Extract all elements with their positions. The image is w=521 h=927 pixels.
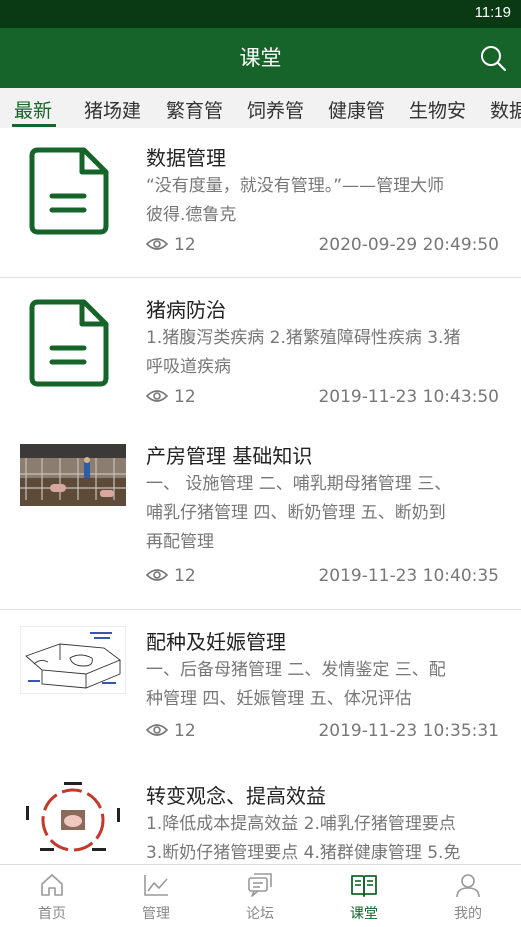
article-summary-line: 哺乳仔猪管理 四、断奶管理 五、断奶到 <box>146 503 446 523</box>
profile-icon <box>456 874 480 898</box>
eye-icon <box>146 390 168 402</box>
farrowing-room-photo <box>20 444 126 506</box>
nav-management[interactable]: 管理 <box>104 865 208 927</box>
status-bar: 11:19 <box>0 0 521 28</box>
nav-label: 管理 <box>142 906 170 922</box>
piglet-cycle-diagram <box>20 778 126 862</box>
article-title: 转变观念、提高效益 <box>146 784 326 808</box>
tab-data[interactable]: 数据 <box>490 96 521 123</box>
list-item[interactable]: 产房管理 基础知识 一、 设施管理 二、哺乳期母猪管理 三、 哺乳仔猪管理 四、… <box>0 424 521 610</box>
view-count: 12 <box>146 387 196 407</box>
article-summary-line: 种管理 四、妊娠管理 五、体况评估 <box>146 689 412 709</box>
article-summary-line: 一、后备母猪管理 二、发情鉴定 三、配 <box>146 660 446 680</box>
tab-biosecurity[interactable]: 生物安 <box>409 96 466 123</box>
forum-icon <box>248 873 272 897</box>
nav-forum[interactable]: 论坛 <box>208 865 312 927</box>
search-icon[interactable] <box>479 44 507 72</box>
status-time: 11:19 <box>474 4 511 21</box>
article-summary-line: 1.猪腹泻类疾病 2.猪繁殖障碍性疾病 3.猪 <box>146 328 461 348</box>
tab-breeding[interactable]: 繁育管 <box>166 96 223 123</box>
tab-health[interactable]: 健康管 <box>328 96 385 123</box>
article-meta: 12 2019-11-23 10:40:35 <box>146 566 499 590</box>
nav-label: 论坛 <box>246 906 274 922</box>
nav-label: 首页 <box>38 906 66 922</box>
article-summary-line: 一、 设施管理 二、哺乳期母猪管理 三、 <box>146 474 452 494</box>
article-summary-line: “没有度量，就没有管理。”——管理大师 <box>146 176 445 196</box>
tab-latest[interactable]: 最新 <box>14 96 52 123</box>
article-date: 2019-11-23 10:43:50 <box>318 387 499 407</box>
eye-icon <box>146 724 168 736</box>
eye-icon <box>146 569 168 581</box>
article-meta: 12 2019-11-23 10:35:31 <box>146 721 499 745</box>
view-count-value: 12 <box>174 721 196 741</box>
article-summary-line: 彼得.德鲁克 <box>146 205 237 225</box>
page-title: 课堂 <box>239 46 282 70</box>
article-summary-line: 呼吸道疾病 <box>146 357 231 377</box>
article-list: 数据管理 “没有度量，就没有管理。”——管理大师 彼得.德鲁克 12 2020-… <box>0 128 521 864</box>
list-item[interactable]: 数据管理 “没有度量，就没有管理。”——管理大师 彼得.德鲁克 12 2020-… <box>0 128 521 278</box>
article-date: 2019-11-23 10:40:35 <box>318 566 499 586</box>
nav-classroom[interactable]: 课堂 <box>312 865 416 927</box>
eye-icon <box>146 238 168 250</box>
category-tabs: 最新 猪场建 繁育管 饲养管 健康管 生物安 数据 <box>0 88 521 128</box>
list-item[interactable]: 转变观念、提高效益 1.降低成本提高效益 2.哺乳仔猪管理要点 3.断奶仔猪管理… <box>0 766 521 864</box>
nav-label: 我的 <box>454 906 482 922</box>
article-title: 产房管理 基础知识 <box>146 444 313 468</box>
home-icon <box>41 874 63 896</box>
chart-icon <box>144 875 168 896</box>
view-count-value: 12 <box>174 566 196 586</box>
view-count: 12 <box>146 566 196 586</box>
tab-feeding[interactable]: 饲养管 <box>247 96 304 123</box>
article-title: 数据管理 <box>146 146 226 170</box>
article-title: 猪病防治 <box>146 298 226 322</box>
article-summary-line: 3.断奶仔猪管理要点 4.猪群健康管理 5.免 <box>146 843 461 863</box>
view-count: 12 <box>146 721 196 741</box>
list-item[interactable]: 猪病防治 1.猪腹泻类疾病 2.猪繁殖障碍性疾病 3.猪 呼吸道疾病 12 20… <box>0 278 521 424</box>
nav-home[interactable]: 首页 <box>0 865 104 927</box>
tab-farm-construction[interactable]: 猪场建 <box>84 96 141 123</box>
breeding-sketch-image <box>20 626 126 694</box>
active-tab-indicator <box>12 124 56 127</box>
document-icon <box>29 299 109 387</box>
article-title: 配种及妊娠管理 <box>146 630 286 654</box>
article-summary-line: 1.降低成本提高效益 2.哺乳仔猪管理要点 <box>146 814 456 834</box>
nav-profile[interactable]: 我的 <box>416 865 520 927</box>
list-item[interactable]: 配种及妊娠管理 一、后备母猪管理 二、发情鉴定 三、配 种管理 四、妊娠管理 五… <box>0 610 521 766</box>
view-count-value: 12 <box>174 387 196 407</box>
article-meta: 12 2019-11-23 10:43:50 <box>146 387 499 411</box>
view-count-value: 12 <box>174 235 196 255</box>
book-icon <box>351 875 377 897</box>
article-date: 2019-11-23 10:35:31 <box>318 721 499 741</box>
article-date: 2020-09-29 20:49:50 <box>318 235 499 255</box>
nav-label: 课堂 <box>350 906 378 922</box>
app-header: 课堂 <box>0 28 521 88</box>
article-meta: 12 2020-09-29 20:49:50 <box>146 235 499 259</box>
bottom-navigation: 首页 管理 论坛 课堂 我的 <box>0 864 521 926</box>
article-summary-line: 再配管理 <box>146 532 214 552</box>
view-count: 12 <box>146 235 196 255</box>
document-icon <box>29 147 109 235</box>
